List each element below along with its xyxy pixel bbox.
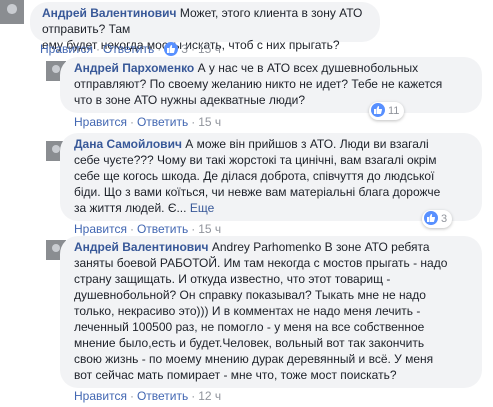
like-count: 11 [388,105,400,117]
comment-text-line: А у нас че в АТО всех душевнобольных [197,61,419,75]
like-link[interactable]: Нравится [74,115,127,129]
see-more-link[interactable]: Еще [190,201,214,215]
comment-actions: Нравится · Ответить · 3 · 15 ч [40,41,221,56]
like-count: 3 [441,213,448,225]
comment-text-line: за життя людей. Є... [74,201,187,215]
comment-time[interactable]: 15 ч [198,42,221,56]
comment-text-line: что в зоне АТО нужны адекватные люди? [74,93,306,107]
comment-text-line: А може він прийшов з АТО. Люди ви взагал… [185,137,429,151]
avatar[interactable] [0,0,24,24]
comment-bubble: Дана Самойлович А може він прийшов з АТО… [60,133,482,221]
comment-text-line: себе чуєте??? Чому ви такі жорстокі та ц… [74,153,437,167]
comment-text-line: отправляют? По своему желанию никто не и… [74,77,443,91]
comment-time[interactable]: 15 ч [198,222,221,236]
like-link[interactable]: Нравится [74,389,127,403]
thumbs-up-icon [164,41,179,56]
comment-text-line: страну защищать. И откуда известно, что … [74,272,391,286]
thumbs-up-icon [371,103,385,118]
comment-text-line: вот сейчас мать помирает - мне что, тоже… [74,368,397,382]
reply-link[interactable]: Ответить [103,42,154,56]
comment-text-line: мнение было,есть и будет.Человек, вольны… [74,336,425,350]
comment-text-line: только, некрасиво это))) И в комментах н… [74,304,421,318]
comment-text-line: біди. Що з вами коїться, чи невже вам ма… [74,185,441,199]
reply-link[interactable]: Ответить [137,389,188,403]
comment-author[interactable]: Дана Самойлович [74,137,182,151]
comment-time[interactable]: 15 ч [198,115,221,129]
comment-text-line: леченный 100500 раз, не помогло - у меня… [74,320,425,334]
reaction-count-badge[interactable]: 3 [422,210,453,228]
like-link[interactable]: Нравится [74,222,127,236]
comment-bubble: Андрей Валентинович Может, этого клиента… [30,2,380,52]
comment-author[interactable]: Андрей Валентинович [74,240,209,254]
reaction-count-badge[interactable]: 11 [369,102,405,120]
comment-author[interactable]: Андрей Валентинович [42,6,177,20]
comment-text-line: Andrey Parhomenko В зоне АТО ребята [211,240,430,254]
comment-actions: Нравится · Ответить · 15 ч [74,222,222,236]
comment-text-line: заняты боевой РАБОТОЙ. Им там некогда с … [74,256,448,270]
comment-text-line: свою жизнь - по моему мнению дурак дерев… [74,352,434,366]
thumbs-up-icon [424,211,438,226]
comment-actions: Нравится · Ответить · 15 ч [74,115,222,129]
comment-author[interactable]: Андрей Пархоменко [74,61,194,75]
reply-link[interactable]: Ответить [137,222,188,236]
comment-bubble: Андрей Валентинович Andrey Parhomenko В … [60,236,482,388]
like-link[interactable]: Нравится [40,42,93,56]
like-count[interactable]: 3 [181,42,188,56]
comment-bubble: Андрей Пархоменко А у нас че в АТО всех … [60,57,482,113]
comment-time[interactable]: 12 ч [198,389,221,403]
comment-text-line: душевнобольной? Он справку показывал? Ты… [74,288,426,302]
comment-text-line: себе ще когось шкода. Де ділася доброта,… [74,169,435,183]
comment-actions: Нравится · Ответить · 12 ч [74,389,222,403]
reply-link[interactable]: Ответить [137,115,188,129]
